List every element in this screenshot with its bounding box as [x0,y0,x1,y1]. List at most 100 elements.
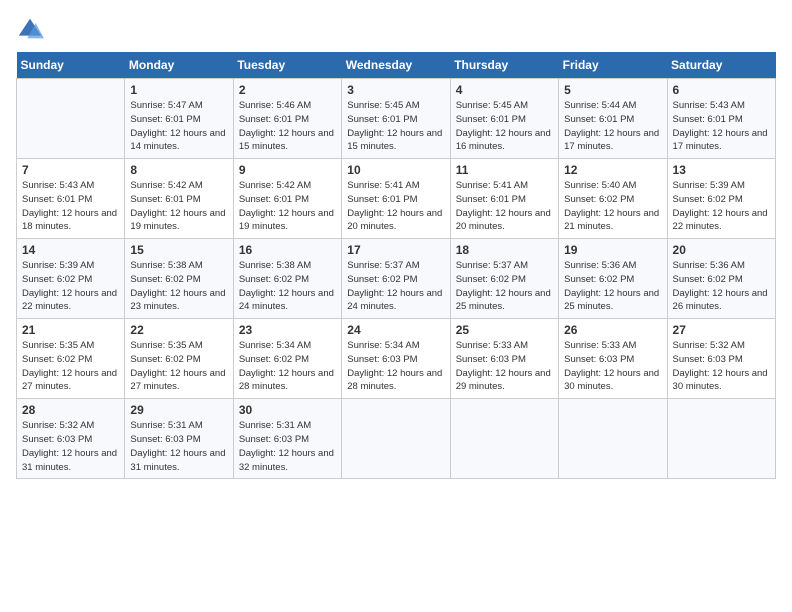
day-info: Sunrise: 5:34 AMSunset: 6:03 PMDaylight:… [347,339,444,394]
day-number: 2 [239,83,336,97]
calendar-cell: 5 Sunrise: 5:44 AMSunset: 6:01 PMDaylight… [559,79,667,159]
day-number: 11 [456,163,553,177]
day-number: 25 [456,323,553,337]
calendar-cell: 26Sunrise: 5:33 AMSunset: 6:03 PMDayligh… [559,319,667,399]
day-info: Sunrise: 5:31 AMSunset: 6:03 PMDaylight:… [239,419,336,474]
column-header-monday: Monday [125,52,233,79]
day-info: Sunrise: 5:42 AMSunset: 6:01 PMDaylight:… [239,179,336,234]
calendar-cell: 15 Sunrise: 5:38 AMSunset: 6:02 PMDayligh… [125,239,233,319]
day-info: Sunrise: 5:31 AMSunset: 6:03 PMDaylight:… [130,419,227,474]
day-info: Sunrise: 5:45 AMSunset: 6:01 PMDaylight:… [347,99,444,154]
calendar-cell: 24 Sunrise: 5:34 AMSunset: 6:03 PMDayligh… [342,319,450,399]
calendar-cell: 23 Sunrise: 5:34 AMSunset: 6:02 PMDayligh… [233,319,341,399]
day-number: 29 [130,403,227,417]
column-header-thursday: Thursday [450,52,558,79]
calendar-cell: 17 Sunrise: 5:37 AMSunset: 6:02 PMDayligh… [342,239,450,319]
day-info: Sunrise: 5:38 AMSunset: 6:02 PMDaylight:… [130,259,227,314]
day-info: Sunrise: 5:46 AMSunset: 6:01 PMDaylight:… [239,99,336,154]
day-number: 9 [239,163,336,177]
calendar-cell: 2 Sunrise: 5:46 AMSunset: 6:01 PMDaylight… [233,79,341,159]
logo [16,16,46,44]
column-header-tuesday: Tuesday [233,52,341,79]
day-number: 22 [130,323,227,337]
calendar-cell: 12 Sunrise: 5:40 AMSunset: 6:02 PMDayligh… [559,159,667,239]
day-info: Sunrise: 5:32 AMSunset: 6:03 PMDaylight:… [22,419,119,474]
calendar-cell: 6 Sunrise: 5:43 AMSunset: 6:01 PMDaylight… [667,79,775,159]
calendar-cell: 8 Sunrise: 5:42 AMSunset: 6:01 PMDaylight… [125,159,233,239]
day-info: Sunrise: 5:35 AMSunset: 6:02 PMDaylight:… [130,339,227,394]
day-number: 19 [564,243,661,257]
calendar-cell: 11 Sunrise: 5:41 AMSunset: 6:01 PMDayligh… [450,159,558,239]
calendar-cell: 29 Sunrise: 5:31 AMSunset: 6:03 PMDayligh… [125,399,233,479]
calendar-week-row: 28Sunrise: 5:32 AMSunset: 6:03 PMDayligh… [17,399,776,479]
column-header-saturday: Saturday [667,52,775,79]
day-info: Sunrise: 5:39 AMSunset: 6:02 PMDaylight:… [673,179,770,234]
day-number: 24 [347,323,444,337]
calendar-cell: 27 Sunrise: 5:32 AMSunset: 6:03 PMDayligh… [667,319,775,399]
day-number: 6 [673,83,770,97]
calendar-cell [342,399,450,479]
day-info: Sunrise: 5:39 AMSunset: 6:02 PMDaylight:… [22,259,119,314]
calendar-cell: 18 Sunrise: 5:37 AMSunset: 6:02 PMDayligh… [450,239,558,319]
day-info: Sunrise: 5:35 AMSunset: 6:02 PMDaylight:… [22,339,119,394]
day-info: Sunrise: 5:43 AMSunset: 6:01 PMDaylight:… [673,99,770,154]
day-number: 17 [347,243,444,257]
day-number: 10 [347,163,444,177]
day-info: Sunrise: 5:44 AMSunset: 6:01 PMDaylight:… [564,99,661,154]
day-number: 16 [239,243,336,257]
calendar-week-row: 7Sunrise: 5:43 AMSunset: 6:01 PMDaylight… [17,159,776,239]
day-number: 1 [130,83,227,97]
calendar-header-row: SundayMondayTuesdayWednesdayThursdayFrid… [17,52,776,79]
calendar-cell: 1 Sunrise: 5:47 AMSunset: 6:01 PMDaylight… [125,79,233,159]
day-info: Sunrise: 5:42 AMSunset: 6:01 PMDaylight:… [130,179,227,234]
day-number: 20 [673,243,770,257]
calendar-cell: 30Sunrise: 5:31 AMSunset: 6:03 PMDayligh… [233,399,341,479]
calendar-cell: 9 Sunrise: 5:42 AMSunset: 6:01 PMDaylight… [233,159,341,239]
calendar-cell [559,399,667,479]
day-info: Sunrise: 5:47 AMSunset: 6:01 PMDaylight:… [130,99,227,154]
column-header-wednesday: Wednesday [342,52,450,79]
calendar-cell: 22 Sunrise: 5:35 AMSunset: 6:02 PMDayligh… [125,319,233,399]
day-number: 4 [456,83,553,97]
calendar-week-row: 1 Sunrise: 5:47 AMSunset: 6:01 PMDaylight… [17,79,776,159]
logo-icon [16,16,44,44]
calendar-cell: 25 Sunrise: 5:33 AMSunset: 6:03 PMDayligh… [450,319,558,399]
day-number: 12 [564,163,661,177]
day-number: 5 [564,83,661,97]
calendar-cell: 7Sunrise: 5:43 AMSunset: 6:01 PMDaylight… [17,159,125,239]
day-number: 27 [673,323,770,337]
day-info: Sunrise: 5:32 AMSunset: 6:03 PMDaylight:… [673,339,770,394]
calendar-cell [667,399,775,479]
day-number: 8 [130,163,227,177]
page-header [16,16,776,44]
day-info: Sunrise: 5:40 AMSunset: 6:02 PMDaylight:… [564,179,661,234]
day-info: Sunrise: 5:45 AMSunset: 6:01 PMDaylight:… [456,99,553,154]
column-header-friday: Friday [559,52,667,79]
calendar-cell: 3Sunrise: 5:45 AMSunset: 6:01 PMDaylight… [342,79,450,159]
day-info: Sunrise: 5:37 AMSunset: 6:02 PMDaylight:… [456,259,553,314]
day-info: Sunrise: 5:36 AMSunset: 6:02 PMDaylight:… [564,259,661,314]
calendar-table: SundayMondayTuesdayWednesdayThursdayFrid… [16,52,776,479]
day-info: Sunrise: 5:37 AMSunset: 6:02 PMDaylight:… [347,259,444,314]
day-info: Sunrise: 5:43 AMSunset: 6:01 PMDaylight:… [22,179,119,234]
calendar-cell: 10 Sunrise: 5:41 AMSunset: 6:01 PMDayligh… [342,159,450,239]
calendar-cell: 28Sunrise: 5:32 AMSunset: 6:03 PMDayligh… [17,399,125,479]
column-header-sunday: Sunday [17,52,125,79]
day-number: 23 [239,323,336,337]
day-number: 15 [130,243,227,257]
day-info: Sunrise: 5:34 AMSunset: 6:02 PMDaylight:… [239,339,336,394]
day-info: Sunrise: 5:33 AMSunset: 6:03 PMDaylight:… [456,339,553,394]
calendar-cell: 20 Sunrise: 5:36 AMSunset: 6:02 PMDayligh… [667,239,775,319]
day-info: Sunrise: 5:41 AMSunset: 6:01 PMDaylight:… [347,179,444,234]
day-info: Sunrise: 5:33 AMSunset: 6:03 PMDaylight:… [564,339,661,394]
day-info: Sunrise: 5:41 AMSunset: 6:01 PMDaylight:… [456,179,553,234]
calendar-cell: 21 Sunrise: 5:35 AMSunset: 6:02 PMDayligh… [17,319,125,399]
calendar-cell [17,79,125,159]
day-number: 21 [22,323,119,337]
day-number: 18 [456,243,553,257]
calendar-cell: 16Sunrise: 5:38 AMSunset: 6:02 PMDayligh… [233,239,341,319]
calendar-cell: 14Sunrise: 5:39 AMSunset: 6:02 PMDayligh… [17,239,125,319]
calendar-cell: 19 Sunrise: 5:36 AMSunset: 6:02 PMDayligh… [559,239,667,319]
calendar-week-row: 21 Sunrise: 5:35 AMSunset: 6:02 PMDayligh… [17,319,776,399]
day-info: Sunrise: 5:36 AMSunset: 6:02 PMDaylight:… [673,259,770,314]
